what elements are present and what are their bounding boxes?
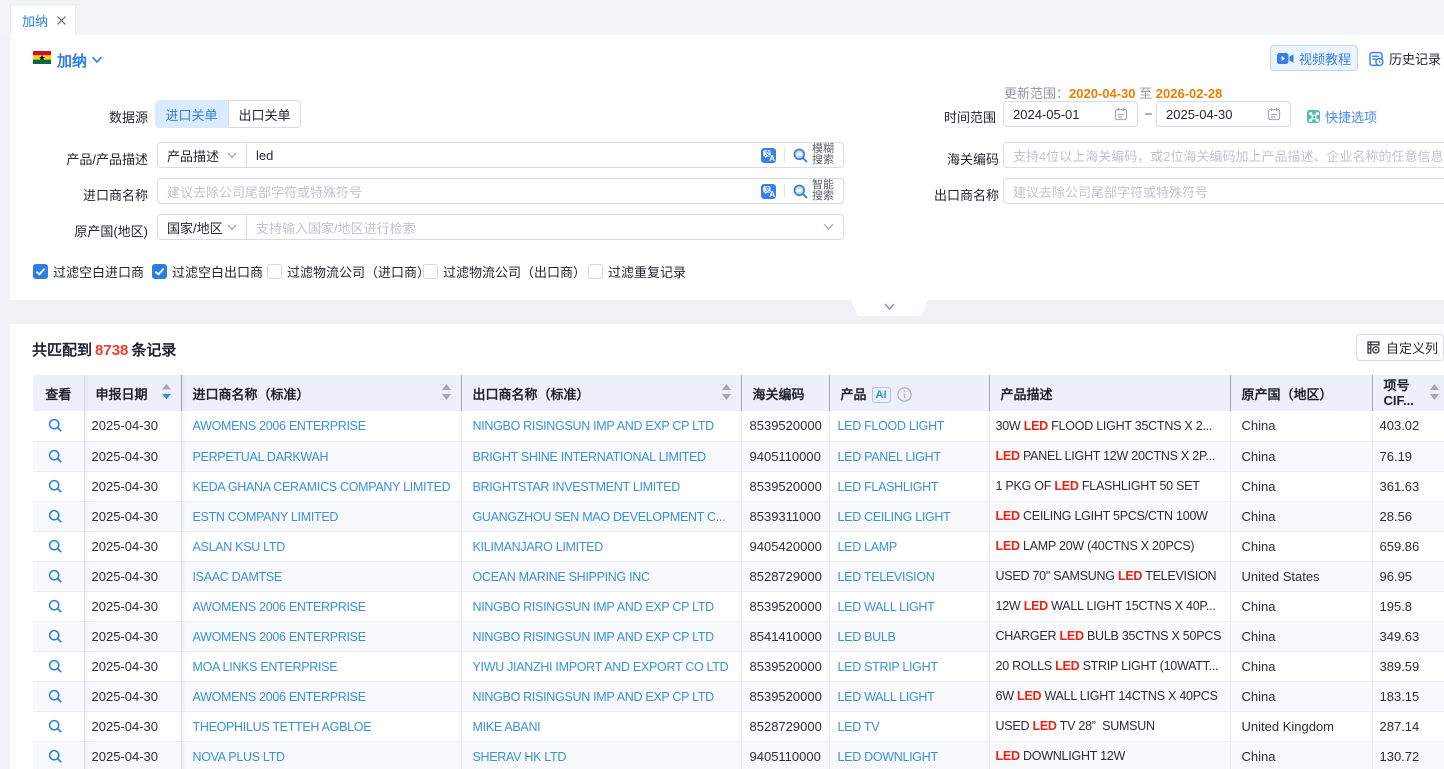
svg-text:A: A [769, 154, 775, 163]
svg-text:A: A [769, 190, 775, 199]
